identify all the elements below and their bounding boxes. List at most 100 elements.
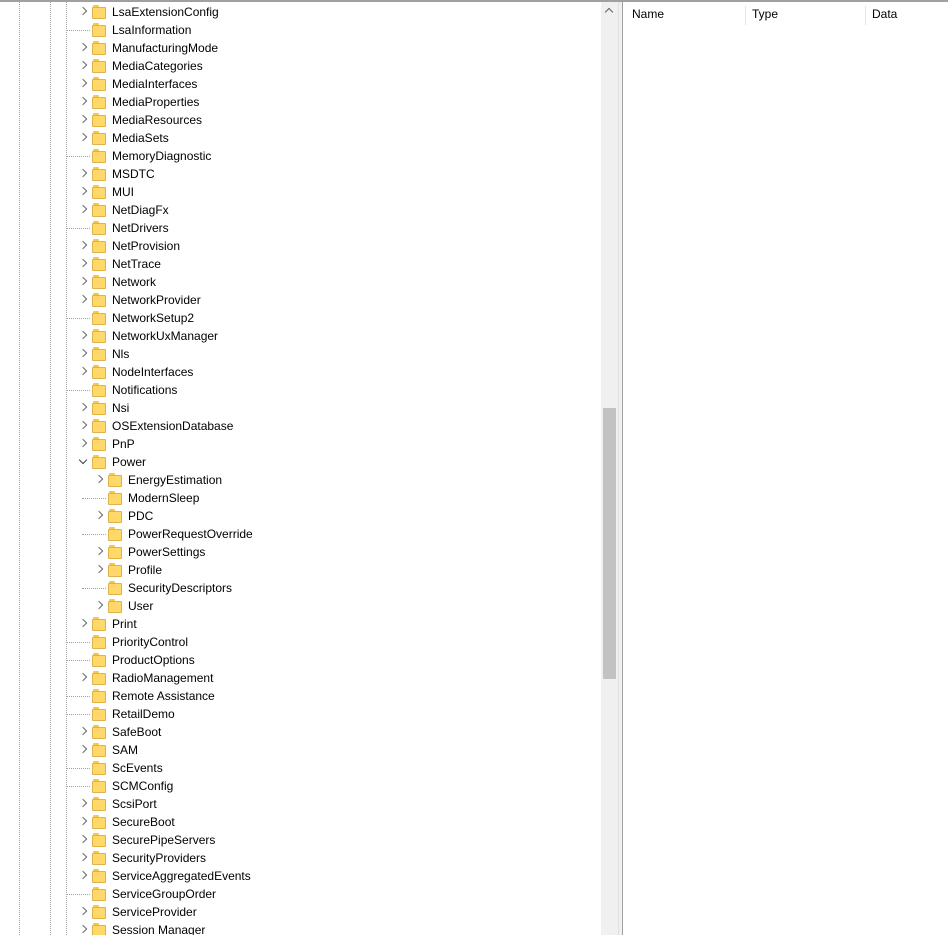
tree-item[interactable]: MediaProperties	[0, 93, 600, 111]
chevron-right-icon[interactable]	[77, 672, 89, 684]
tree-item[interactable]: Nsi	[0, 399, 600, 417]
tree-item[interactable]: SecurityProviders	[0, 849, 600, 867]
chevron-right-icon[interactable]	[93, 564, 105, 576]
tree-item[interactable]: MediaCategories	[0, 57, 600, 75]
chevron-right-icon[interactable]	[77, 60, 89, 72]
chevron-right-icon[interactable]	[77, 420, 89, 432]
chevron-right-icon[interactable]	[93, 546, 105, 558]
tree-subitem[interactable]: Profile	[0, 561, 600, 579]
chevron-down-icon[interactable]	[77, 456, 89, 468]
chevron-right-icon[interactable]	[77, 186, 89, 198]
tree-subitem[interactable]: ModernSleep	[0, 489, 600, 507]
tree-subitem[interactable]: SecurityDescriptors	[0, 579, 600, 597]
chevron-right-icon[interactable]	[77, 798, 89, 810]
chevron-right-icon[interactable]	[77, 402, 89, 414]
tree-item[interactable]: ManufacturingMode	[0, 39, 600, 57]
tree-subitem[interactable]: User	[0, 597, 600, 615]
tree-item[interactable]: MUI	[0, 183, 600, 201]
column-header-name[interactable]: Name	[623, 2, 745, 27]
tree-item[interactable]: NodeInterfaces	[0, 363, 600, 381]
tree-item[interactable]: MediaSets	[0, 129, 600, 147]
chevron-right-icon[interactable]	[77, 78, 89, 90]
chevron-right-icon[interactable]	[77, 42, 89, 54]
tree-item[interactable]: SAM	[0, 741, 600, 759]
tree-item[interactable]: Nls	[0, 345, 600, 363]
tree-vertical-scrollbar[interactable]	[601, 2, 618, 935]
tree-item[interactable]: ServiceAggregatedEvents	[0, 867, 600, 885]
tree-item[interactable]: PnP	[0, 435, 600, 453]
tree-item[interactable]: MSDTC	[0, 165, 600, 183]
chevron-right-icon[interactable]	[77, 438, 89, 450]
column-header-data[interactable]: Data	[863, 2, 948, 27]
chevron-right-icon[interactable]	[77, 276, 89, 288]
chevron-right-icon[interactable]	[77, 366, 89, 378]
tree-item[interactable]: ServiceGroupOrder	[0, 885, 600, 903]
chevron-right-icon[interactable]	[93, 510, 105, 522]
chevron-right-icon[interactable]	[77, 294, 89, 306]
tree-item[interactable]: ProductOptions	[0, 651, 600, 669]
tree-item[interactable]: LsaExtensionConfig	[0, 3, 600, 21]
chevron-right-icon[interactable]	[77, 6, 89, 18]
chevron-right-icon[interactable]	[77, 924, 89, 935]
chevron-right-icon[interactable]	[77, 258, 89, 270]
tree-item[interactable]: ScsiPort	[0, 795, 600, 813]
tree-item[interactable]: NetDrivers	[0, 219, 600, 237]
chevron-right-icon[interactable]	[77, 816, 89, 828]
chevron-right-icon[interactable]	[77, 240, 89, 252]
tree-item[interactable]: Notifications	[0, 381, 600, 399]
chevron-right-icon[interactable]	[77, 168, 89, 180]
tree-item[interactable]: SecureBoot	[0, 813, 600, 831]
tree-item[interactable]: SafeBoot	[0, 723, 600, 741]
scroll-thumb[interactable]	[603, 408, 616, 679]
tree-item[interactable]: Print	[0, 615, 600, 633]
registry-values-list[interactable]: Name Type Data	[623, 2, 948, 935]
tree-item[interactable]: SecurePipeServers	[0, 831, 600, 849]
tree-subitem[interactable]: PowerSettings	[0, 543, 600, 561]
tree-subitem[interactable]: EnergyEstimation	[0, 471, 600, 489]
chevron-right-icon[interactable]	[77, 618, 89, 630]
chevron-right-icon[interactable]	[93, 474, 105, 486]
chevron-right-icon[interactable]	[77, 132, 89, 144]
tree-item-label: NetDiagFx	[112, 203, 169, 217]
chevron-right-icon[interactable]	[77, 834, 89, 846]
tree-item[interactable]: RadioManagement	[0, 669, 600, 687]
tree-item[interactable]: NetTrace	[0, 255, 600, 273]
tree-item[interactable]: Power	[0, 453, 600, 471]
tree-item[interactable]: MediaInterfaces	[0, 75, 600, 93]
tree-item[interactable]: ScEvents	[0, 759, 600, 777]
chevron-right-icon[interactable]	[77, 204, 89, 216]
folder-icon	[92, 455, 106, 469]
tree-item[interactable]: Remote Assistance	[0, 687, 600, 705]
tree-item[interactable]: SCMConfig	[0, 777, 600, 795]
tree-item[interactable]: NetworkUxManager	[0, 327, 600, 345]
tree-item[interactable]: ServiceProvider	[0, 903, 600, 921]
folder-icon	[108, 473, 122, 487]
tree-item[interactable]: OSExtensionDatabase	[0, 417, 600, 435]
tree-item[interactable]: NetworkProvider	[0, 291, 600, 309]
chevron-right-icon[interactable]	[77, 906, 89, 918]
tree-subitem[interactable]: PowerRequestOverride	[0, 525, 600, 543]
chevron-right-icon[interactable]	[77, 114, 89, 126]
chevron-right-icon[interactable]	[77, 744, 89, 756]
tree-item[interactable]: MediaResources	[0, 111, 600, 129]
tree-item[interactable]: NetProvision	[0, 237, 600, 255]
scroll-up-button[interactable]	[601, 2, 618, 19]
chevron-right-icon[interactable]	[77, 348, 89, 360]
tree-item[interactable]: RetailDemo	[0, 705, 600, 723]
column-header-type[interactable]: Type	[743, 2, 863, 27]
chevron-right-icon[interactable]	[93, 600, 105, 612]
tree-subitem[interactable]: PDC	[0, 507, 600, 525]
tree-item[interactable]: NetDiagFx	[0, 201, 600, 219]
chevron-right-icon[interactable]	[77, 726, 89, 738]
tree-item[interactable]: PriorityControl	[0, 633, 600, 651]
tree-item[interactable]: MemoryDiagnostic	[0, 147, 600, 165]
tree-item[interactable]: NetworkSetup2	[0, 309, 600, 327]
chevron-right-icon[interactable]	[77, 852, 89, 864]
tree-item[interactable]: Network	[0, 273, 600, 291]
tree-item[interactable]: Session Manager	[0, 921, 600, 935]
tree-item[interactable]: LsaInformation	[0, 21, 600, 39]
chevron-right-icon[interactable]	[77, 330, 89, 342]
registry-key-tree[interactable]: LsaExtensionConfig LsaInformation Manufact…	[0, 2, 600, 935]
chevron-right-icon[interactable]	[77, 96, 89, 108]
chevron-right-icon[interactable]	[77, 870, 89, 882]
